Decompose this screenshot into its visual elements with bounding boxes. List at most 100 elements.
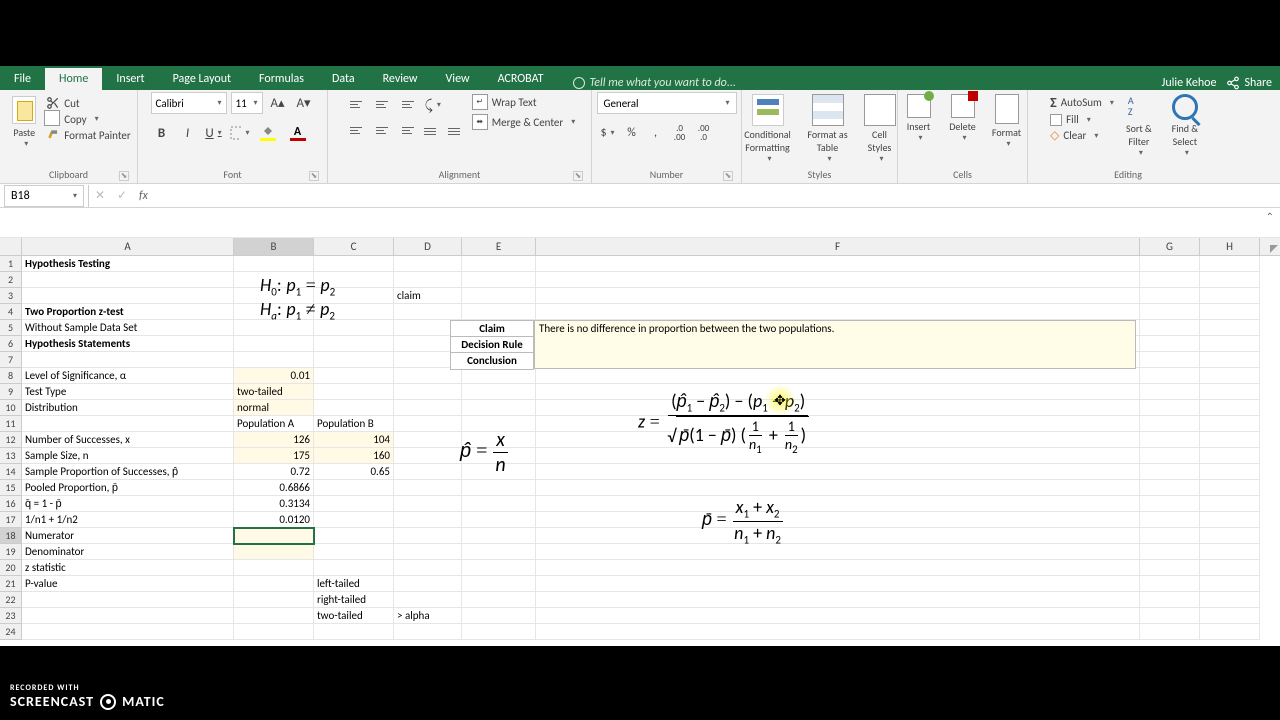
cell-D14[interactable] <box>394 464 462 480</box>
cell-D2[interactable] <box>394 272 462 288</box>
cell-B7[interactable] <box>234 352 314 368</box>
autosum-button[interactable]: ΣAutoSum▾ <box>1050 94 1114 111</box>
row-header-5[interactable]: 5 <box>0 320 22 336</box>
font-color-button[interactable]: A <box>285 122 311 144</box>
cell-G17[interactable] <box>1140 512 1200 528</box>
cell-D3[interactable]: claim <box>394 288 462 304</box>
cell-C1[interactable] <box>314 256 394 272</box>
cell-A5[interactable]: Without Sample Data Set <box>22 320 234 336</box>
cell-A17[interactable]: 1/n1 + 1/n2 <box>22 512 234 528</box>
copy-button[interactable]: Copy▾ <box>46 112 130 126</box>
cell-B22[interactable] <box>234 592 314 608</box>
cell-H2[interactable] <box>1200 272 1260 288</box>
cell-H5[interactable] <box>1200 320 1260 336</box>
percent-button[interactable]: % <box>621 122 643 144</box>
cell-C23[interactable]: two-tailed <box>314 608 394 624</box>
insert-cells-button[interactable]: Insert▾ <box>899 92 939 143</box>
cell-A24[interactable] <box>22 624 234 640</box>
accept-formula-button[interactable]: ✓ <box>111 185 133 207</box>
cell-C14[interactable]: 0.65 <box>314 464 394 480</box>
cell-C16[interactable] <box>314 496 394 512</box>
cell-A11[interactable] <box>22 416 234 432</box>
tab-page-layout[interactable]: Page Layout <box>159 68 245 90</box>
tab-view[interactable]: View <box>432 68 484 90</box>
cell-A6[interactable]: Hypothesis Statements <box>22 336 234 352</box>
cell-E2[interactable] <box>462 272 536 288</box>
cell-H7[interactable] <box>1200 352 1260 368</box>
cell-F19[interactable] <box>536 544 1140 560</box>
cell-D8[interactable] <box>394 368 462 384</box>
cell-B18[interactable] <box>234 528 314 544</box>
cell-C10[interactable] <box>314 400 394 416</box>
cell-H14[interactable] <box>1200 464 1260 480</box>
row-header-21[interactable]: 21 <box>0 576 22 592</box>
row-header-22[interactable]: 22 <box>0 592 22 608</box>
row-header-18[interactable]: 18 <box>0 528 22 544</box>
cell-F22[interactable] <box>536 592 1140 608</box>
column-header-E[interactable]: E <box>462 238 536 255</box>
row-header-23[interactable]: 23 <box>0 608 22 624</box>
cell-C22[interactable]: right-tailed <box>314 592 394 608</box>
name-box[interactable]: B18▾ <box>4 185 84 207</box>
tab-acrobat[interactable]: ACROBAT <box>484 68 558 90</box>
cell-A10[interactable]: Distribution <box>22 400 234 416</box>
row-header-10[interactable]: 10 <box>0 400 22 416</box>
cell-A20[interactable]: z statistic <box>22 560 234 576</box>
cell-C19[interactable] <box>314 544 394 560</box>
cell-H18[interactable] <box>1200 528 1260 544</box>
cell-G13[interactable] <box>1140 448 1200 464</box>
cell-G4[interactable] <box>1140 304 1200 320</box>
row-header-16[interactable]: 16 <box>0 496 22 512</box>
cell-G24[interactable] <box>1140 624 1200 640</box>
row-header-15[interactable]: 15 <box>0 480 22 496</box>
cell-B14[interactable]: 0.72 <box>234 464 314 480</box>
column-header-F[interactable]: F <box>536 238 1140 255</box>
cell-D12[interactable] <box>394 432 462 448</box>
cell-A3[interactable] <box>22 288 234 304</box>
cell-H3[interactable] <box>1200 288 1260 304</box>
format-painter-button[interactable]: Format Painter <box>46 128 130 142</box>
underline-button[interactable]: U▾ <box>203 122 225 144</box>
cell-B16[interactable]: 0.3134 <box>234 496 314 512</box>
cell-C17[interactable] <box>314 512 394 528</box>
cell-D18[interactable] <box>394 528 462 544</box>
cell-E17[interactable] <box>462 512 536 528</box>
column-header-A[interactable]: A <box>22 238 234 255</box>
cell-F13[interactable] <box>536 448 1140 464</box>
row-header-17[interactable]: 17 <box>0 512 22 528</box>
cell-A2[interactable] <box>22 272 234 288</box>
cell-D13[interactable] <box>394 448 462 464</box>
cell-G9[interactable] <box>1140 384 1200 400</box>
tab-data[interactable]: Data <box>318 68 369 90</box>
share-button[interactable]: Share <box>1226 76 1272 90</box>
cell-B8[interactable]: 0.01 <box>234 368 314 384</box>
alignment-dialog-launcher[interactable]: ⬊ <box>573 171 583 181</box>
fill-color-button[interactable] <box>255 122 281 144</box>
cell-H4[interactable] <box>1200 304 1260 320</box>
column-header-H[interactable]: H <box>1200 238 1260 255</box>
orientation-button[interactable]: ⤹▾ <box>422 94 444 116</box>
row-header-12[interactable]: 12 <box>0 432 22 448</box>
column-header-D[interactable]: D <box>394 238 462 255</box>
cell-B10[interactable]: normal <box>234 400 314 416</box>
tab-home[interactable]: Home <box>45 68 102 90</box>
cell-F10[interactable] <box>536 400 1140 416</box>
cell-G20[interactable] <box>1140 560 1200 576</box>
cell-H1[interactable] <box>1200 256 1260 272</box>
cell-A21[interactable]: P-value <box>22 576 234 592</box>
tab-review[interactable]: Review <box>369 68 432 90</box>
cell-H10[interactable] <box>1200 400 1260 416</box>
cell-G23[interactable] <box>1140 608 1200 624</box>
cell-H13[interactable] <box>1200 448 1260 464</box>
cell-F2[interactable] <box>536 272 1140 288</box>
cell-C12[interactable]: 104 <box>314 432 394 448</box>
cell-C24[interactable] <box>314 624 394 640</box>
cell-C8[interactable] <box>314 368 394 384</box>
cell-G14[interactable] <box>1140 464 1200 480</box>
cancel-formula-button[interactable]: ✕ <box>89 185 111 207</box>
cell-E10[interactable] <box>462 400 536 416</box>
cell-G12[interactable] <box>1140 432 1200 448</box>
cell-B21[interactable] <box>234 576 314 592</box>
cell-G3[interactable] <box>1140 288 1200 304</box>
cell-F21[interactable] <box>536 576 1140 592</box>
